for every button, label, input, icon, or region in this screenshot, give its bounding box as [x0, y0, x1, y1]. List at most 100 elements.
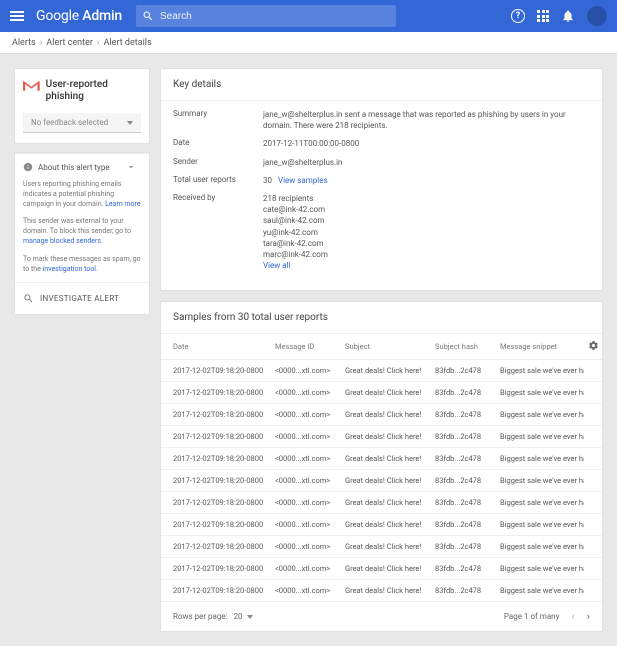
cell-msgid: <0000...xtl.com> [271, 470, 341, 492]
table-row[interactable]: 2017-12-02T09:18:20-0800<0000...xtl.com>… [161, 360, 602, 382]
table-pager: Rows per page: 20 Page 1 of many ‹ › [161, 602, 602, 631]
view-samples-link[interactable]: View samples [278, 176, 328, 185]
cell-msgid: <0000...xtl.com> [271, 448, 341, 470]
cell-date: 2017-12-02T09:18:20-0800 [161, 448, 271, 470]
search-input[interactable] [160, 11, 360, 22]
table-row[interactable]: 2017-12-02T09:18:20-0800<0000...xtl.com>… [161, 470, 602, 492]
hamburger-icon[interactable] [10, 8, 26, 24]
avatar[interactable] [587, 6, 607, 26]
col-subject[interactable]: Subject [341, 334, 431, 360]
table-row[interactable]: 2017-12-02T09:18:20-0800<0000...xtl.com>… [161, 558, 602, 580]
table-settings-button[interactable] [584, 334, 602, 360]
help-icon[interactable]: ? [511, 9, 525, 23]
table-row[interactable]: 2017-12-02T09:18:20-0800<0000...xtl.com>… [161, 536, 602, 558]
date-value: 2017-12-11T00:00:00-0800 [263, 138, 359, 149]
reports-label: Total user reports [173, 175, 263, 186]
cell-msgid: <0000...xtl.com> [271, 382, 341, 404]
cell-msgid: <0000...xtl.com> [271, 580, 341, 602]
notifications-icon[interactable] [561, 9, 575, 23]
investigate-alert-button[interactable]: INVESTIGATE ALERT [15, 282, 149, 314]
cell-hash: 83fdb...2c478 [431, 514, 496, 536]
prev-page-button[interactable]: ‹ [571, 610, 574, 623]
cell-msgid: <0000...xtl.com> [271, 360, 341, 382]
cell-msgid: <0000...xtl.com> [271, 492, 341, 514]
cell-date: 2017-12-02T09:18:20-0800 [161, 426, 271, 448]
table-header-row: Date Message ID Subject Subject hash Mes… [161, 334, 602, 360]
cell-subject: Great deals! Click here! [341, 558, 431, 580]
sender-value: jane_w@shelterplus.in [263, 157, 342, 168]
cell-msgid: <0000...xtl.com> [271, 514, 341, 536]
cell-hash: 83fdb...2c478 [431, 558, 496, 580]
cell-hash: 83fdb...2c478 [431, 404, 496, 426]
view-all-link[interactable]: View all [263, 261, 291, 270]
breadcrumb-l2: Alert details [104, 38, 152, 48]
rows-per-page-select[interactable]: 20 [234, 612, 253, 621]
recipients-list: 218 recipients cate@ink-42.comsaul@ink-4… [263, 193, 328, 271]
date-label: Date [173, 138, 263, 149]
samples-table: Date Message ID Subject Subject hash Mes… [161, 334, 602, 602]
table-row[interactable]: 2017-12-02T09:18:20-0800<0000...xtl.com>… [161, 580, 602, 602]
cell-subject: Great deals! Click here! [341, 492, 431, 514]
next-page-button[interactable]: › [587, 610, 590, 623]
summary-value: jane_w@shelterplus.in sent a message tha… [263, 109, 590, 131]
apps-icon[interactable] [537, 10, 549, 22]
info-block-2: This sender was external to your domain.… [15, 217, 149, 254]
table-row[interactable]: 2017-12-02T09:18:20-0800<0000...xtl.com>… [161, 514, 602, 536]
col-date[interactable]: Date [161, 334, 271, 360]
col-message-id[interactable]: Message ID [271, 334, 341, 360]
cell-snippet: Biggest sale we've ever had! Clic [496, 514, 584, 536]
table-row[interactable]: 2017-12-02T09:18:20-0800<0000...xtl.com>… [161, 448, 602, 470]
blocked-senders-link[interactable]: manage blocked senders [23, 237, 101, 245]
key-details-title: Key details [161, 69, 602, 101]
recipient-item: yu@ink-42.com [263, 227, 328, 238]
cell-hash: 83fdb...2c478 [431, 470, 496, 492]
app-header: Google Admin ? [0, 0, 617, 32]
col-subject-hash[interactable]: Subject hash [431, 334, 496, 360]
reports-count: 30 [263, 176, 272, 185]
table-row[interactable]: 2017-12-02T09:18:20-0800<0000...xtl.com>… [161, 492, 602, 514]
recipient-item: tara@ink-42.com [263, 238, 328, 249]
cell-subject: Great deals! Click here! [341, 360, 431, 382]
cell-msgid: <0000...xtl.com> [271, 426, 341, 448]
cell-snippet: Biggest sale we've ever had! Clic [496, 470, 584, 492]
app-logo: Google Admin [36, 8, 122, 24]
recipient-item: cate@ink-42.com [263, 204, 328, 215]
recipient-item: marc@ink-42.com [263, 249, 328, 260]
cell-subject: Great deals! Click here! [341, 404, 431, 426]
cell-date: 2017-12-02T09:18:20-0800 [161, 558, 271, 580]
table-row[interactable]: 2017-12-02T09:18:20-0800<0000...xtl.com>… [161, 404, 602, 426]
cell-date: 2017-12-02T09:18:20-0800 [161, 470, 271, 492]
cell-snippet: Biggest sale we've ever had! Clic [496, 426, 584, 448]
recipient-item: saul@ink-42.com [263, 215, 328, 226]
table-row[interactable]: 2017-12-02T09:18:20-0800<0000...xtl.com>… [161, 382, 602, 404]
cell-hash: 83fdb...2c478 [431, 580, 496, 602]
summary-label: Summary [173, 109, 263, 131]
about-toggle[interactable]: About this alert type [15, 153, 149, 180]
learn-more-link[interactable]: Learn more [105, 200, 140, 208]
table-row[interactable]: 2017-12-02T09:18:20-0800<0000...xtl.com>… [161, 426, 602, 448]
search-box[interactable] [136, 5, 396, 27]
gear-icon [588, 340, 599, 351]
cell-subject: Great deals! Click here! [341, 382, 431, 404]
cell-hash: 83fdb...2c478 [431, 382, 496, 404]
breadcrumb-l0[interactable]: Alerts [12, 38, 36, 48]
cell-date: 2017-12-02T09:18:20-0800 [161, 492, 271, 514]
chevron-down-icon [247, 615, 253, 619]
cell-snippet: Biggest sale we've ever had! Clic [496, 536, 584, 558]
page-indicator: Page 1 of many [504, 612, 559, 621]
cell-snippet: Biggest sale we've ever had! Clic [496, 492, 584, 514]
search-icon [142, 10, 154, 22]
feedback-dropdown[interactable]: No feedback selected [23, 113, 141, 133]
cell-snippet: Biggest sale we've ever had! Clic [496, 448, 584, 470]
chevron-down-icon [127, 121, 133, 125]
cell-hash: 83fdb...2c478 [431, 426, 496, 448]
cell-date: 2017-12-02T09:18:20-0800 [161, 580, 271, 602]
received-by-label: Received by [173, 193, 263, 271]
sender-label: Sender [173, 157, 263, 168]
cell-date: 2017-12-02T09:18:20-0800 [161, 404, 271, 426]
investigation-tool-link[interactable]: investigation tool [43, 265, 96, 273]
feedback-dropdown-label: No feedback selected [31, 118, 108, 127]
col-snippet[interactable]: Message snippet [496, 334, 584, 360]
search-icon [23, 293, 34, 304]
breadcrumb-l1[interactable]: Alert center [46, 38, 93, 48]
